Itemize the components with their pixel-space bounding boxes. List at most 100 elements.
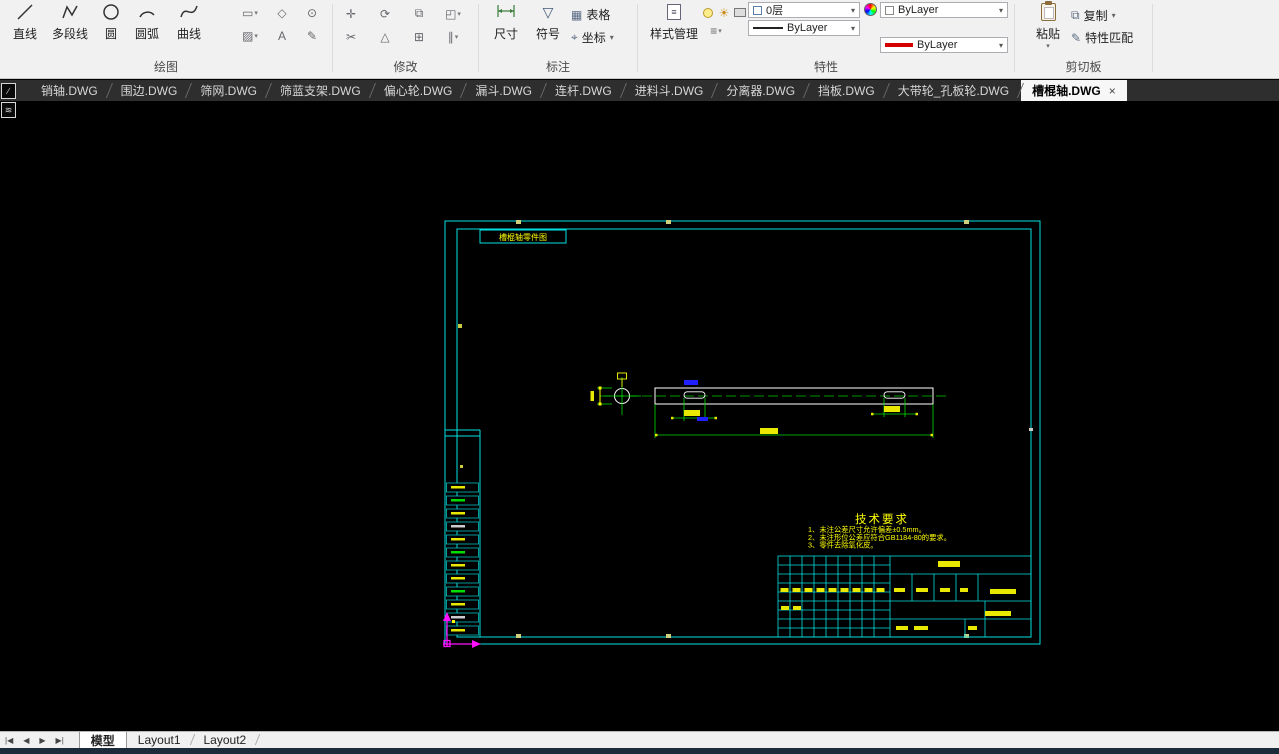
table-button[interactable]: ▦ 表格 [571,6,610,23]
draw-group-label: 绘图 [153,60,178,74]
doc-tab[interactable]: 筛网.DWG [189,80,268,101]
symbol-label: 符号 [535,27,560,41]
frame-tick-marks [458,220,1033,638]
color-swatch-icon [885,5,894,15]
dimension-button[interactable]: 尺寸 [489,2,523,42]
doc-tab[interactable]: 偏心轮.DWG [373,80,464,101]
model-tab[interactable]: 模型 [78,732,127,748]
ribbon-group-modify: ✛ ⟳ ⧉ ◰ ▾ ✂ △ ⊞ ∥ ▾ 修改 [333,0,478,79]
shaft-main-view[interactable] [600,387,948,405]
layer-dropdown[interactable]: 0层 ▾ [748,2,860,18]
side-tool-icon-1[interactable]: ∕ [1,83,16,99]
margin-item-strip[interactable] [446,482,479,636]
layer-swatch-icon [753,5,762,15]
ribbon-group-draw: 直线 多段线 圆 圆弧 曲线 ▭ ▾ ◇ ⊙ ▨ ▾ A ✎ 绘图 [0,0,332,79]
circle-icon [101,2,121,22]
ribbon-group-clipboard: 粘贴 ▾ ⧉ 复制 ▾ ✎ 特性匹配 剪切板 [1015,0,1152,79]
paste-button[interactable]: 粘贴 ▾ [1029,1,1067,50]
match-properties-button[interactable]: ✎ 特性匹配 [1071,29,1133,46]
status-strip [0,748,1279,754]
doc-tab[interactable]: 挡板.DWG [807,80,886,101]
doc-tab[interactable]: 大带轮_孔板轮.DWG [887,80,1020,101]
match-properties-label: 特性匹配 [1085,31,1134,45]
doc-tab[interactable]: 分离器.DWG [715,80,806,101]
copy-tool-icon[interactable]: ⧉ [407,4,431,23]
linecolor-sample-icon [885,43,913,47]
mirror-tool-icon[interactable]: △ [373,27,397,46]
sketch-tool-icon[interactable]: ✎ [300,26,324,45]
symbol-button[interactable]: ▽ 符号 [531,2,565,42]
scale-tool-icon[interactable]: ◰ ▾ [441,4,465,23]
layout1-tab[interactable]: Layout1 [127,732,192,748]
trim-tool-icon[interactable]: ✂ [339,27,363,46]
first-tab-button[interactable]: |◀ [0,732,18,748]
polyline-button[interactable]: 多段线 [46,2,94,42]
doc-tab[interactable]: 销轴.DWG [30,80,109,101]
group-separator [1152,4,1153,72]
linetype-sample-icon [753,27,783,29]
point-tool-icon[interactable]: ⊙ [300,3,324,22]
properties-group-label: 特性 [813,60,838,74]
prev-tab-button[interactable]: ◀ [18,732,34,748]
coordinate-button[interactable]: ⌖ 坐标 ▾ [571,29,614,46]
rectangle-tool-icon[interactable]: ▭ ▾ [238,3,262,22]
drawing-svg: 槽棍轴零件图 技术要求 1、未注公差尺寸允许偏差±0.5mm。 2、未注形位公差… [443,220,1041,648]
doc-tab[interactable]: 进料斗.DWG [624,80,715,101]
coordinate-label: 坐标 [581,31,606,45]
doc-tab[interactable]: 筛蓝支架.DWG [269,80,372,101]
layout-tab-bar: |◀ ◀ ▶ ▶| 模型 Layout1 Layout2 [0,731,1279,748]
drawing-canvas[interactable]: 槽棍轴零件图 技术要求 1、未注公差尺寸允许偏差±0.5mm。 2、未注形位公差… [0,101,1279,731]
title-block-text-marks [780,561,1016,630]
table-icon: ▦ [571,7,583,22]
copy-button[interactable]: ⧉ 复制 ▾ [1071,7,1116,24]
printer-icon[interactable] [732,3,748,22]
chevron-down-icon: ▾ [1046,43,1050,50]
chevron-down-icon: ▾ [1111,11,1116,20]
arc-button[interactable]: 圆弧 [128,2,166,42]
doc-tab[interactable]: 漏斗.DWG [464,80,543,101]
move-tool-icon[interactable]: ✛ [339,4,363,23]
hatch-tool-icon[interactable]: ▨ ▾ [238,26,262,45]
doc-tab-active[interactable]: 槽棍轴.DWG × [1021,80,1127,101]
match-properties-icon: ✎ [1071,30,1082,45]
menu-icon[interactable]: ≡ ▾ [704,21,728,40]
doc-tab[interactable]: 连杆.DWG [544,80,623,101]
layer-value: 0层 [766,5,784,17]
rotate-tool-icon[interactable]: ⟳ [373,4,397,23]
tech-requirements[interactable]: 技术要求 1、未注公差尺寸允许偏差±0.5mm。 2、未注形位公差应符合GB11… [808,513,951,550]
dimension-label: 尺寸 [493,27,518,41]
array-tool-icon[interactable]: ⊞ [407,27,431,46]
next-tab-button[interactable]: ▶ [34,732,50,748]
shaft-end-view[interactable] [590,372,642,415]
polygon-tool-icon[interactable]: ◇ [270,3,294,22]
style-manager-button[interactable]: ≡ 样式管理 [648,2,700,42]
color-dropdown[interactable]: ByLayer ▾ [880,2,1008,18]
offset-tool-icon[interactable]: ∥ ▾ [441,27,465,46]
polyline-label: 多段线 [51,27,88,41]
circle-button[interactable]: 圆 [96,2,126,42]
spline-button[interactable]: 曲线 [170,2,208,42]
layout2-tab[interactable]: Layout2 [193,732,258,748]
last-tab-button[interactable]: ▶| [51,732,69,748]
linetype-dropdown[interactable]: ByLayer ▾ [748,20,860,36]
linecolor-dropdown[interactable]: ByLayer ▾ [880,37,1008,53]
clipboard-group-label: 剪切板 [1065,60,1102,74]
bulb-icon[interactable] [700,3,716,22]
annotate-group-label: 标注 [545,60,570,74]
side-tool-icon-2[interactable]: ≋ [1,102,16,118]
drawing-frame[interactable] [444,220,1041,645]
chevron-down-icon: ▾ [850,23,855,33]
color-wheel-icon[interactable] [864,3,877,16]
dimension-text-marks [655,406,933,437]
copy-label: 复制 [1083,9,1108,23]
sun-icon[interactable]: ☀ [716,3,732,22]
line-button[interactable]: 直线 [6,2,44,42]
arc-label: 圆弧 [134,27,159,41]
title-block[interactable] [777,555,1032,638]
text-tool-icon[interactable]: A [270,26,294,45]
doc-tab[interactable]: 围边.DWG [110,80,189,101]
chevron-down-icon: ▾ [850,5,855,15]
symbol-icon: ▽ [542,3,554,20]
close-icon[interactable]: × [1109,84,1116,98]
color-value: ByLayer [898,4,939,16]
